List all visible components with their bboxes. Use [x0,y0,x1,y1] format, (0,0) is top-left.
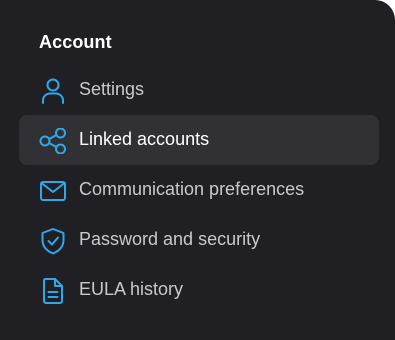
share-nodes-icon [39,128,67,154]
menu-item-label: Linked accounts [79,129,210,149]
envelope-icon [39,178,67,204]
account-panel: Account Settings Linked accounts Communi… [0,0,395,340]
menu-item-label: Settings [79,79,145,99]
shield-check-icon [39,228,67,255]
menu-item-eula-history[interactable]: EULA history [19,265,379,315]
menu-item-password-security[interactable]: Password and security [19,215,379,265]
account-menu: Settings Linked accounts Communication p… [19,65,379,315]
menu-item-linked-accounts[interactable]: Linked accounts [19,115,379,165]
menu-item-label: Password and security [79,229,261,249]
section-title: Account [39,32,112,52]
menu-item-label: EULA history [79,279,184,299]
user-icon [39,78,67,104]
menu-item-settings[interactable]: Settings [19,65,379,115]
menu-item-communication-preferences[interactable]: Communication preferences [19,165,379,215]
menu-item-label: Communication preferences [79,179,305,199]
document-icon [39,278,67,304]
